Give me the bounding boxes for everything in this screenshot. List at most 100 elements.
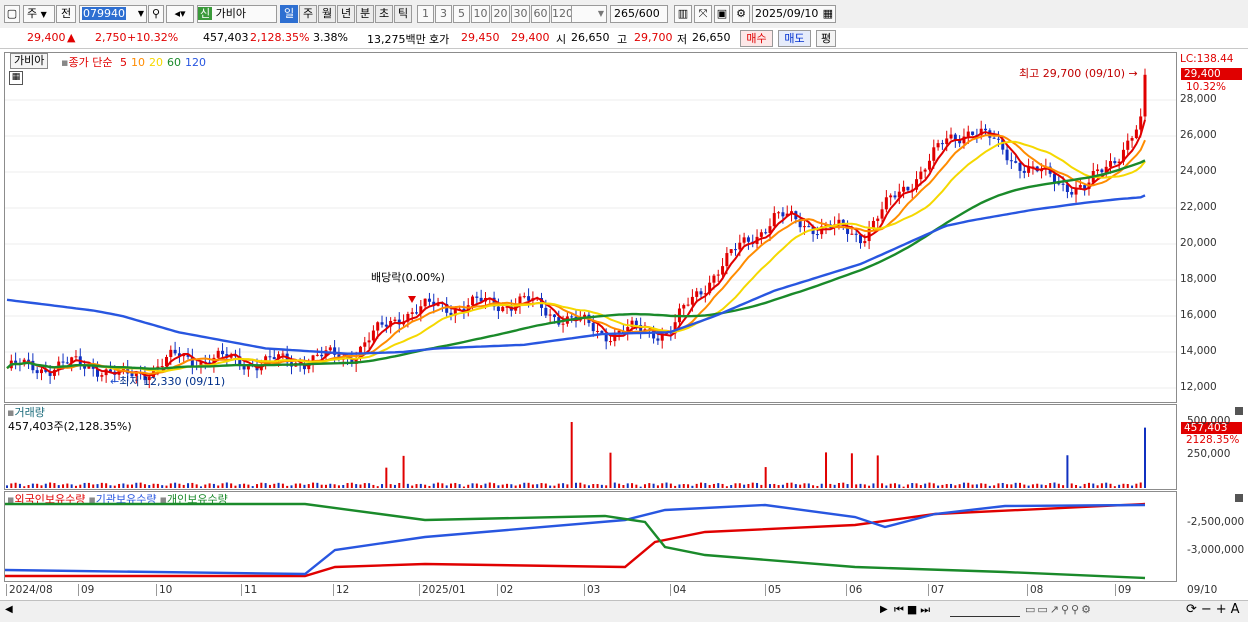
volume-bar	[493, 483, 496, 488]
volume-bar	[161, 485, 164, 488]
volume-bar	[363, 483, 366, 488]
volume-bar	[66, 483, 69, 488]
candle	[242, 366, 246, 370]
period-button-1[interactable]: 주	[299, 5, 317, 23]
crosshair-icon[interactable]: ⤧	[694, 5, 712, 23]
candle	[570, 316, 574, 318]
interval-button-20[interactable]: 20	[491, 5, 510, 23]
candle	[74, 356, 78, 358]
candle	[699, 291, 703, 295]
candle	[945, 138, 949, 144]
volume-bar	[756, 482, 759, 488]
volume-bar	[294, 483, 297, 488]
scroll-bar[interactable]: ◀ ▶ ⏮■⏭ ▭▭↗⚲⚲⚙ ⟳−+A	[0, 600, 1248, 622]
candle	[712, 275, 716, 283]
mode-select[interactable]: 주 ▼	[23, 5, 55, 23]
candle	[949, 134, 953, 139]
volume-bar	[18, 483, 21, 488]
interval-select[interactable]: ▼	[571, 5, 607, 23]
gear-icon[interactable]: ⚙	[732, 5, 750, 23]
speaker-icon[interactable]: ◂▾	[166, 5, 194, 23]
scroll-right-icon[interactable]: ▶	[880, 604, 888, 615]
volume-bar	[385, 467, 388, 488]
candle	[1134, 129, 1138, 139]
candle	[923, 169, 927, 172]
buy-button[interactable]: 매수	[740, 30, 773, 47]
volume-bar	[152, 483, 155, 488]
panel-close-icon[interactable]	[1235, 494, 1243, 502]
prev-button[interactable]: 전	[56, 5, 76, 23]
last-price-tag: 29,400	[1181, 68, 1242, 80]
volume-bar	[337, 485, 340, 488]
candle	[427, 298, 431, 302]
interval-button-10[interactable]: 10	[471, 5, 490, 23]
date-field[interactable]: 2025/09/10 ▦	[752, 5, 836, 23]
interval-button-120[interactable]: 120	[551, 5, 573, 23]
y-tick-label: 500,000	[1187, 415, 1231, 427]
sell-button[interactable]: 매도	[778, 30, 811, 47]
count-field[interactable]: 265/600	[610, 5, 668, 23]
interval-button-3[interactable]: 3	[435, 5, 452, 23]
volume-bar	[221, 483, 224, 488]
volume-bar	[333, 484, 336, 488]
volume-bar	[1023, 484, 1026, 488]
y-tick-label: -3,000,000	[1187, 544, 1245, 556]
interval-button-1[interactable]: 1	[417, 5, 434, 23]
candle	[596, 330, 600, 332]
zoom-slider[interactable]	[950, 604, 1020, 617]
window-icon[interactable]: ▢	[4, 5, 20, 23]
volume-bar	[639, 486, 642, 488]
volume-bar	[286, 485, 289, 488]
playback-controls-icon[interactable]: ⏮■⏭	[894, 603, 933, 617]
candle-type-icon[interactable]: ▥	[674, 5, 692, 23]
volume-bar	[566, 484, 569, 488]
period-button-2[interactable]: 월	[318, 5, 336, 23]
volume-bar	[484, 483, 487, 488]
interval-button-5[interactable]: 5	[453, 5, 470, 23]
panel-close-icon[interactable]	[1235, 407, 1243, 415]
volume-bar	[372, 484, 375, 488]
volume-bar	[1144, 427, 1146, 488]
candle	[863, 241, 867, 244]
volume-bar	[583, 484, 586, 488]
stock-name-field[interactable]: 신 가비아	[197, 5, 277, 23]
volume-bar	[92, 484, 95, 488]
volume-bar	[781, 484, 784, 488]
volume-bar	[773, 483, 776, 488]
dividend-arrow-icon	[408, 296, 416, 303]
volume-bar	[1126, 483, 1129, 488]
volume-bar	[975, 484, 978, 488]
interval-button-60[interactable]: 60	[531, 5, 550, 23]
save-icon[interactable]: ▣	[714, 5, 730, 23]
average-button[interactable]: 평	[816, 30, 836, 47]
x-axis: 2024/08 09 10 11 12 2025/01 02 03 04 05 06 07 08 09	[0, 582, 1248, 600]
period-button-6[interactable]: 틱	[394, 5, 412, 23]
volume-bar	[316, 482, 319, 488]
volume-bar	[273, 483, 276, 488]
volume-bar	[859, 483, 862, 488]
period-button-5[interactable]: 초	[375, 5, 393, 23]
volume-bar	[1122, 483, 1125, 488]
volume-bar	[596, 484, 599, 488]
period-button-3[interactable]: 년	[337, 5, 355, 23]
volume-bar	[350, 482, 353, 488]
zoom-icons[interactable]: ⟳−+A	[1186, 602, 1244, 617]
volume-bar	[889, 483, 892, 488]
candle	[725, 253, 729, 267]
tool-icons[interactable]: ▭▭↗⚲⚲⚙	[1025, 603, 1093, 616]
period-button-0[interactable]: 일	[280, 5, 298, 23]
stock-code-input[interactable]: 079940 ▼	[79, 5, 147, 23]
search-icon[interactable]: ⚲	[148, 5, 164, 23]
interval-button-30[interactable]: 30	[511, 5, 530, 23]
period-button-4[interactable]: 분	[356, 5, 374, 23]
volume-bar	[212, 483, 215, 488]
volume-bar	[1109, 483, 1112, 488]
volume-bar	[1027, 485, 1030, 488]
candle	[966, 131, 970, 137]
x-tick-label: 02	[497, 584, 513, 596]
volume-bar	[881, 483, 884, 488]
volume-bar	[609, 452, 612, 488]
volume-bar	[656, 485, 659, 488]
scroll-left-icon[interactable]: ◀	[5, 604, 13, 615]
change-percent: +10.32%	[127, 31, 179, 44]
